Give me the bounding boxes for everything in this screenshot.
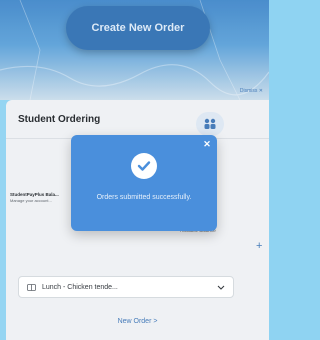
close-icon[interactable]: ✕ [201, 138, 213, 150]
toast-message: Orders submitted successfully. [96, 194, 192, 201]
check-icon [131, 153, 157, 179]
success-toast: ✕ Orders submitted successfully. [71, 135, 217, 231]
